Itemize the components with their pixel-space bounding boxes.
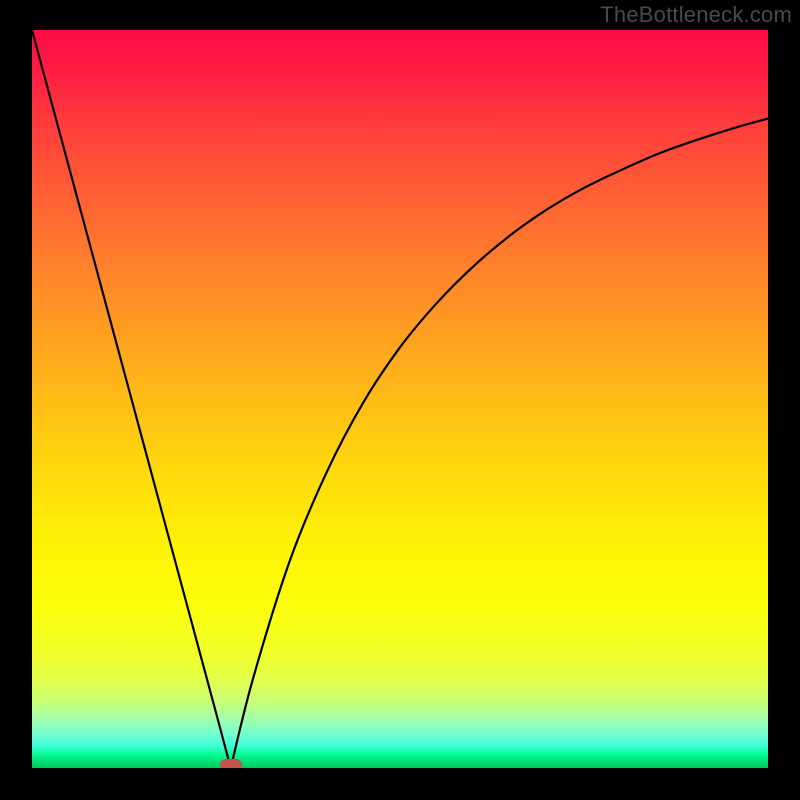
curve-svg xyxy=(32,30,768,768)
watermark-text: TheBottleneck.com xyxy=(600,2,792,28)
plot-area xyxy=(32,30,768,768)
bottleneck-curve xyxy=(32,30,768,768)
minimum-marker xyxy=(220,759,242,768)
chart-frame: TheBottleneck.com xyxy=(0,0,800,800)
